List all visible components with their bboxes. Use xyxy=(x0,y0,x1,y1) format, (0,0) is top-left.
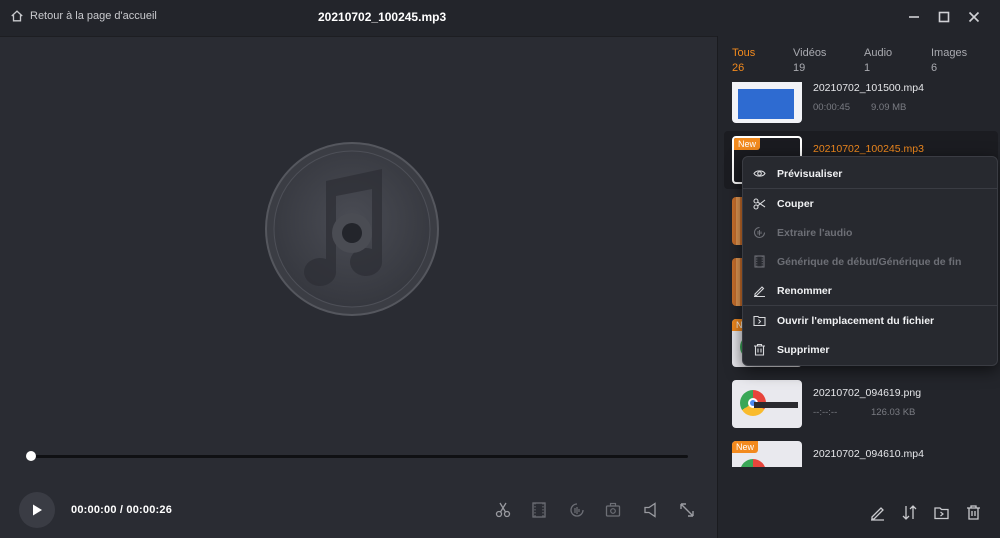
chrome-logo-icon xyxy=(740,459,766,467)
music-disc-icon xyxy=(265,142,439,316)
menu-item-label: Générique de début/Générique de fin xyxy=(777,255,962,268)
new-badge: New xyxy=(734,138,761,150)
thumbnail-preview xyxy=(738,89,794,119)
menu-item-delete[interactable]: Supprimer xyxy=(743,335,997,364)
menu-item-open-location[interactable]: Ouvrir l'emplacement du fichier xyxy=(743,306,997,335)
menu-item-preview[interactable]: Prévisualiser xyxy=(743,159,997,188)
tab-all[interactable]: Tous 26 xyxy=(732,47,755,74)
maximize-icon xyxy=(938,11,950,23)
tab-all-label: Tous xyxy=(732,47,756,59)
list-item[interactable]: 20210702_101500.mp4 00:00:45 9.09 MB xyxy=(724,82,998,128)
file-duration: 00:00:45 xyxy=(813,102,850,113)
title-bar: Retour à la page d'accueil 20210702_1002… xyxy=(0,0,1000,36)
speaker-icon xyxy=(644,502,656,518)
progress-bar[interactable] xyxy=(30,455,688,458)
menu-item-label: Extraire l'audio xyxy=(777,226,853,239)
film-icon xyxy=(532,502,546,518)
folder-icon xyxy=(753,315,766,327)
maximize-button[interactable] xyxy=(935,8,953,26)
home-link[interactable]: Retour à la page d'accueil xyxy=(10,9,157,23)
cut-tool-button[interactable] xyxy=(492,499,514,521)
file-name: 20210702_094610.mp4 xyxy=(813,448,924,460)
home-link-label: Retour à la page d'accueil xyxy=(30,10,157,22)
context-menu: Prévisualiser Couper Extraire l'audio Gé… xyxy=(742,156,998,366)
tab-videos-label: Vidéos xyxy=(793,47,827,59)
new-badge: New xyxy=(732,441,759,453)
file-name: 20210702_094619.png xyxy=(813,387,922,399)
trash-icon xyxy=(966,504,980,520)
sort-icon xyxy=(902,504,916,520)
file-name: 20210702_100245.mp3 xyxy=(813,143,924,155)
film-icon xyxy=(754,255,765,268)
home-icon xyxy=(11,10,23,22)
pen-icon xyxy=(870,506,884,521)
tab-videos[interactable]: Vidéos 19 xyxy=(793,47,826,74)
audio-extract-icon xyxy=(753,226,766,239)
app-window: Retour à la page d'accueil 20210702_1002… xyxy=(0,0,1000,538)
tab-audio[interactable]: Audio 1 xyxy=(864,47,892,74)
menu-item-label: Supprimer xyxy=(777,343,830,356)
file-name: 20210702_101500.mp4 xyxy=(813,82,924,94)
tab-audio-count: 1 xyxy=(864,62,871,74)
open-folder-button[interactable] xyxy=(931,502,951,522)
minimize-icon xyxy=(909,16,919,18)
minimize-button[interactable] xyxy=(905,8,923,26)
tab-images[interactable]: Images 6 xyxy=(931,47,967,74)
tab-images-count: 6 xyxy=(931,62,938,74)
video-thumbnail xyxy=(732,82,802,123)
pen-icon xyxy=(754,286,765,297)
tab-videos-count: 19 xyxy=(793,62,806,74)
thumbnail-preview xyxy=(754,402,798,408)
menu-item-label: Renommer xyxy=(777,284,832,297)
intro-outro-tool-button[interactable] xyxy=(528,499,550,521)
sort-button[interactable] xyxy=(899,502,919,522)
progress-handle[interactable] xyxy=(26,451,36,461)
video-thumbnail: New xyxy=(732,441,802,467)
close-button[interactable] xyxy=(965,8,983,26)
rename-button[interactable] xyxy=(867,502,887,522)
folder-icon xyxy=(933,506,949,519)
tab-all-count: 26 xyxy=(732,62,745,74)
list-item[interactable]: 20210702_094619.png --:--:-- 126.03 KB xyxy=(724,375,998,433)
media-player: 00:00:00 / 00:00:26 xyxy=(0,36,717,538)
menu-item-label: Couper xyxy=(777,197,814,210)
play-icon xyxy=(33,504,42,516)
file-duration: --:--:-- xyxy=(813,407,838,418)
scissors-icon xyxy=(753,198,766,210)
image-thumbnail xyxy=(732,380,802,428)
tab-images-label: Images xyxy=(931,47,968,59)
trash-icon xyxy=(754,343,765,356)
expand-icon xyxy=(680,503,694,517)
volume-tool-button[interactable] xyxy=(640,499,662,521)
file-size: 126.03 KB xyxy=(871,407,916,418)
file-size: 9.09 MB xyxy=(871,102,907,113)
camera-icon xyxy=(605,502,621,517)
close-icon xyxy=(968,11,980,23)
eye-icon xyxy=(753,170,766,177)
timecode: 00:00:00 / 00:00:26 xyxy=(71,504,173,516)
menu-item-label: Prévisualiser xyxy=(777,167,843,180)
list-item[interactable]: New 20210702_094610.mp4 xyxy=(724,436,998,467)
menu-item-label: Ouvrir l'emplacement du fichier xyxy=(777,314,935,327)
file-title: 20210702_100245.mp3 xyxy=(318,10,447,24)
menu-item-cut[interactable]: Couper xyxy=(743,189,997,218)
menu-item-intro-outro[interactable]: Générique de début/Générique de fin xyxy=(743,247,997,276)
menu-item-extract-audio[interactable]: Extraire l'audio xyxy=(743,218,997,247)
delete-button[interactable] xyxy=(963,502,983,522)
audio-extract-icon xyxy=(570,503,584,517)
menu-item-rename[interactable]: Renommer xyxy=(743,276,997,305)
fullscreen-button[interactable] xyxy=(676,499,698,521)
screenshot-tool-button[interactable] xyxy=(602,499,624,521)
extract-audio-tool-button[interactable] xyxy=(566,499,588,521)
tab-audio-label: Audio xyxy=(864,47,893,59)
play-button[interactable] xyxy=(19,492,55,528)
scissors-icon xyxy=(495,502,511,518)
